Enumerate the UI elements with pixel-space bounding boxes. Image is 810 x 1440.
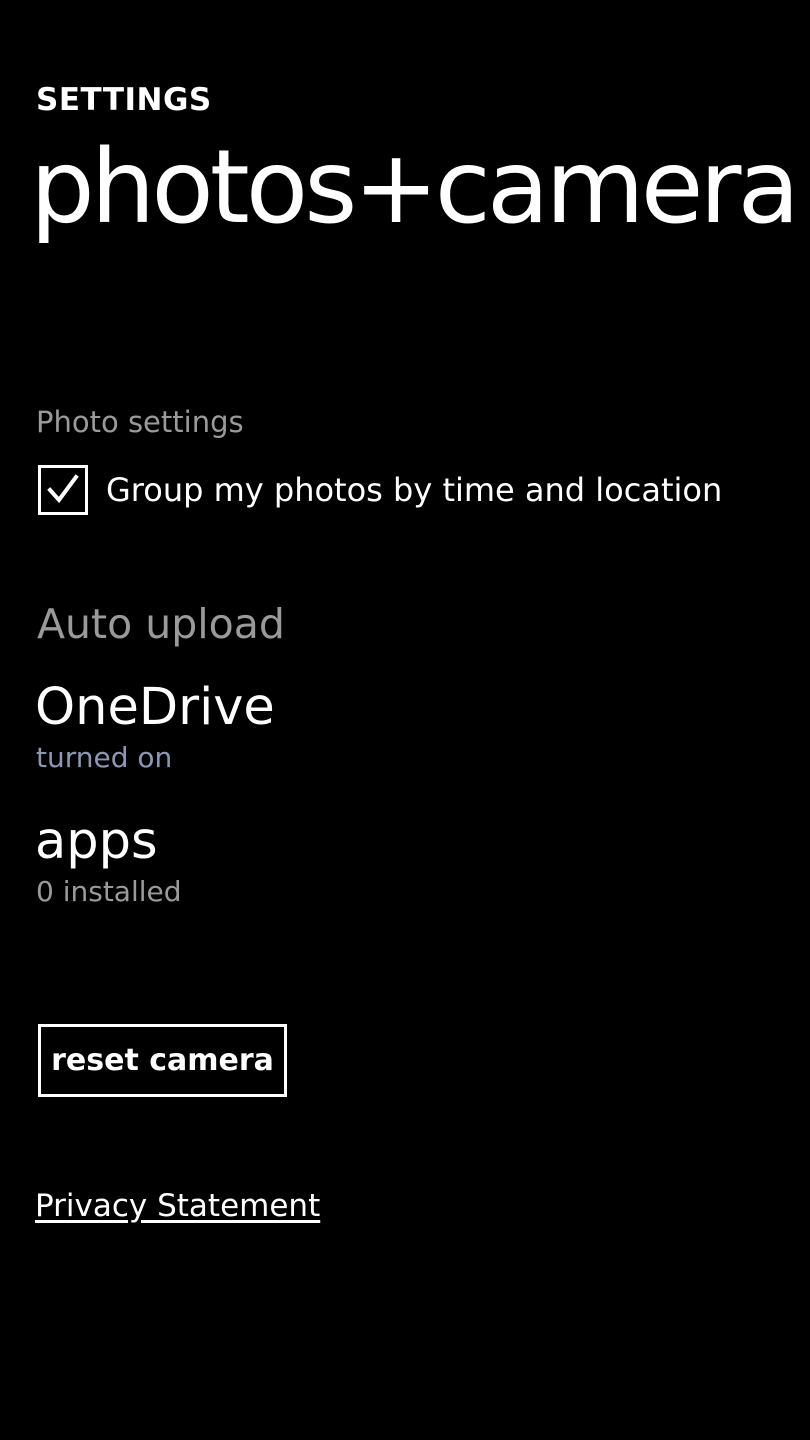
app-label: SETTINGS — [36, 82, 212, 118]
group-photos-label: Group my photos by time and location — [106, 471, 723, 509]
onedrive-title: OneDrive — [35, 678, 275, 737]
checkmark-icon — [47, 474, 79, 504]
onedrive-setting[interactable]: OneDrive turned on — [35, 676, 275, 776]
privacy-statement-link[interactable]: Privacy Statement — [35, 1186, 320, 1226]
page-title: photos+camera — [30, 128, 800, 247]
auto-upload-header: Auto upload — [37, 600, 285, 648]
apps-title: apps — [35, 812, 158, 871]
photo-settings-label: Photo settings — [36, 405, 244, 439]
checkbox-box[interactable] — [38, 465, 88, 515]
reset-camera-button[interactable]: reset camera — [38, 1024, 287, 1097]
onedrive-status: turned on — [36, 741, 173, 774]
apps-count: 0 installed — [36, 875, 182, 908]
group-photos-checkbox[interactable]: Group my photos by time and location — [38, 464, 722, 516]
apps-setting[interactable]: apps 0 installed — [35, 810, 182, 910]
